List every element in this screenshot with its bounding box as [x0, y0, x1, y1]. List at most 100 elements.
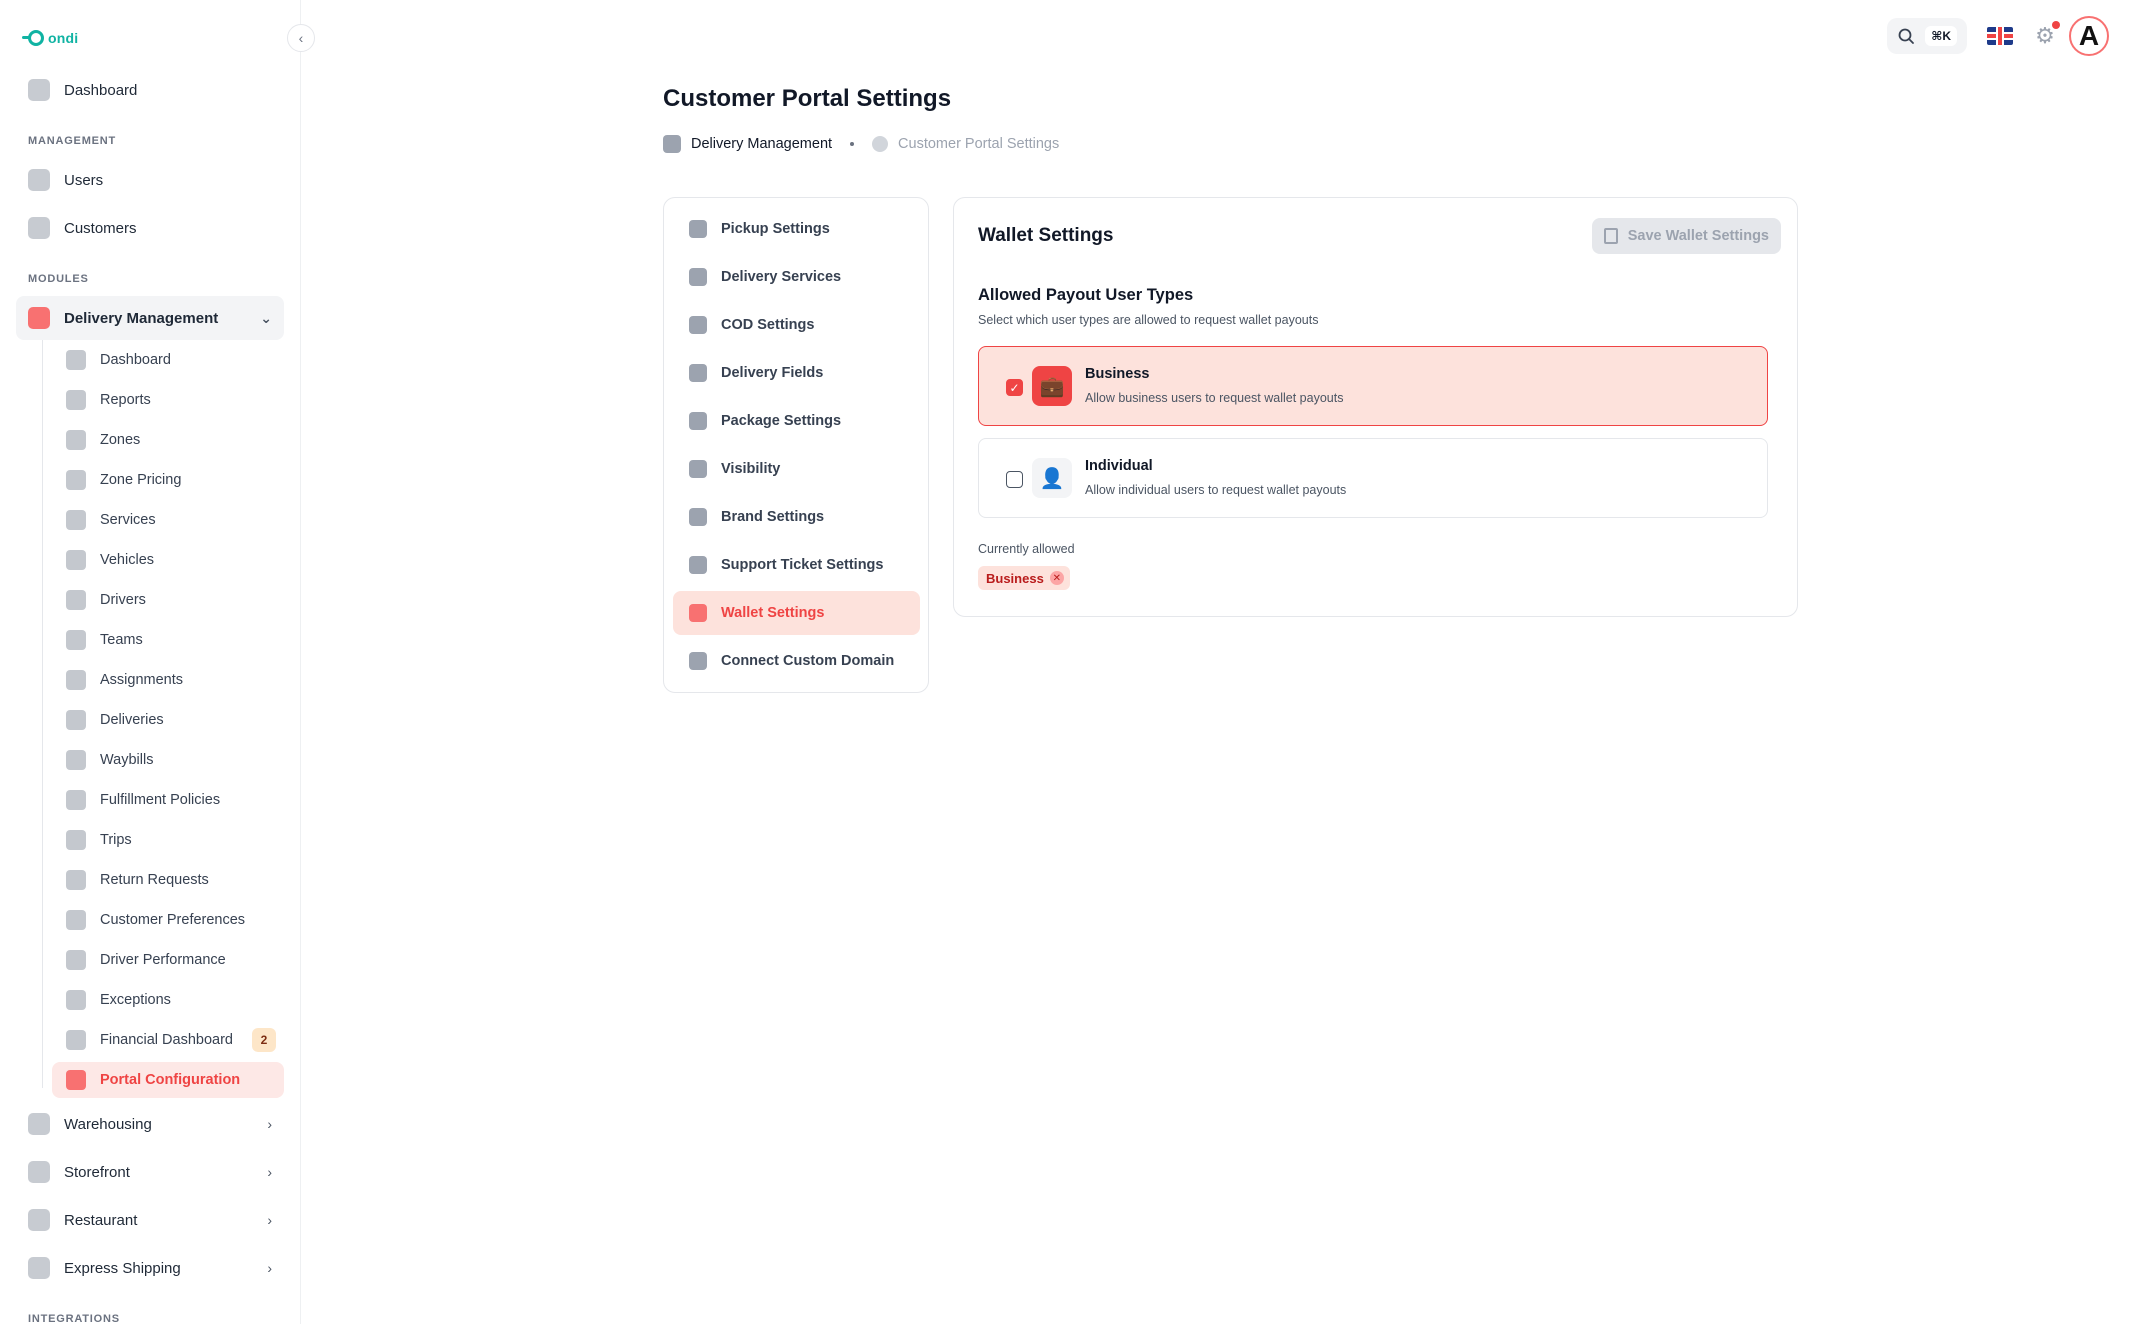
search-button[interactable]: ⌘K	[1887, 18, 1967, 54]
sidebar-subitem-label: Fulfillment Policies	[100, 792, 221, 808]
menu-item-cod-settings[interactable]: COD Settings	[673, 303, 920, 347]
menu-item-brand-settings[interactable]: Brand Settings	[673, 495, 920, 539]
sidebar-item-customers[interactable]: Customers	[16, 206, 284, 250]
chevron-right-icon: ›	[267, 1260, 272, 1276]
sidebar-subitem-label: Zone Pricing	[100, 472, 182, 488]
menu-item-visibility[interactable]: Visibility	[673, 447, 920, 491]
sidebar-subitem-vehicles[interactable]: Vehicles	[52, 542, 284, 578]
sidebar-item-label: Delivery Management	[64, 309, 219, 327]
sidebar-subitem-label: Return Requests	[100, 872, 209, 888]
sidebar-subitem-fulfillment-policies[interactable]: Fulfillment Policies	[52, 782, 284, 818]
box-truck-icon	[66, 710, 86, 730]
wrench-icon	[66, 1070, 86, 1090]
currently-allowed-label: Currently allowed	[978, 542, 1075, 556]
wallet-settings-card: Wallet Settings Save Wallet Settings All…	[953, 197, 1798, 617]
sidebar-item-dashboard[interactable]: Dashboard	[16, 68, 284, 112]
sidebar-subitem-label: Drivers	[100, 592, 146, 608]
menu-item-connect-custom-domain[interactable]: Connect Custom Domain	[673, 639, 920, 683]
cash-icon	[689, 316, 707, 334]
breadcrumb-item-delivery-management[interactable]: Delivery Management	[691, 136, 832, 152]
sidebar-subitem-label: Customer Preferences	[100, 912, 246, 928]
business-checkbox[interactable]: ✓	[1006, 379, 1023, 396]
menu-item-pickup-settings[interactable]: Pickup Settings	[673, 207, 920, 251]
menu-item-package-settings[interactable]: Package Settings	[673, 399, 920, 443]
menu-item-delivery-fields[interactable]: Delivery Fields	[673, 351, 920, 395]
sidebar-item-delivery-management[interactable]: Delivery Management ⌄	[16, 296, 284, 340]
sidebar-subitem-label: Portal Configuration	[100, 1072, 241, 1088]
uk-flag-icon[interactable]	[1987, 27, 2013, 45]
restaurant-icon	[28, 1209, 50, 1231]
sidebar-subitem-services[interactable]: Services	[52, 502, 284, 538]
save-icon	[1603, 228, 1618, 244]
settings-menu: Pickup Settings Delivery Services COD Se…	[663, 197, 929, 693]
team-icon	[66, 630, 86, 650]
save-wallet-settings-button[interactable]: Save Wallet Settings	[1591, 218, 1781, 254]
sidebar-item-storefront[interactable]: Storefront ›	[16, 1150, 284, 1194]
service-icon	[66, 510, 86, 530]
chip-label: Business	[986, 570, 1044, 586]
sidebar-subitem-customer-preferences[interactable]: Customer Preferences	[52, 902, 284, 938]
chevron-right-icon: ›	[267, 1116, 272, 1132]
sidebar-subitem-label: Exceptions	[100, 992, 171, 1008]
eye-icon	[689, 460, 707, 478]
sidebar-subitem-zone-pricing[interactable]: Zone Pricing	[52, 462, 284, 498]
dollar-icon	[66, 470, 86, 490]
option-individual[interactable]: 👤 Individual Allow individual users to r…	[978, 438, 1768, 518]
settings-icon	[872, 136, 889, 152]
option-business[interactable]: ✓ 💼 Business Allow business users to req…	[978, 346, 1768, 426]
sidebar-subitem-deliveries[interactable]: Deliveries	[52, 702, 284, 738]
menu-item-label: Brand Settings	[721, 509, 825, 525]
sidebar-item-label: Users	[64, 171, 104, 189]
section-label-integrations: INTEGRATIONS	[28, 1313, 120, 1324]
sidebar-subitem-waybills[interactable]: Waybills	[52, 742, 284, 778]
sidebar-subitem-driver-performance[interactable]: Driver Performance	[52, 942, 284, 978]
chevron-right-icon: ›	[267, 1164, 272, 1180]
sidebar-subitem-label: Dashboard	[100, 352, 171, 368]
menu-item-label: Wallet Settings	[721, 605, 825, 621]
package-icon	[689, 412, 707, 430]
sidebar-subitem-drivers[interactable]: Drivers	[52, 582, 284, 618]
sidebar-subitem-label: Services	[100, 512, 156, 528]
sidebar-subitem-return-requests[interactable]: Return Requests	[52, 862, 284, 898]
sidebar-subitem-label: Reports	[100, 392, 151, 408]
sidebar-subitem-reports[interactable]: Reports	[52, 382, 284, 418]
truck-icon	[28, 307, 50, 329]
individual-checkbox[interactable]	[1006, 471, 1023, 488]
chevron-right-icon: ›	[267, 1212, 272, 1228]
sidebar-item-warehousing[interactable]: Warehousing ›	[16, 1102, 284, 1146]
sidebar-subitem-teams[interactable]: Teams	[52, 622, 284, 658]
menu-item-label: Visibility	[721, 461, 781, 477]
globe-truck-icon	[689, 268, 707, 286]
chevron-left-icon: ‹	[298, 30, 304, 46]
breadcrumb-item-current: Customer Portal Settings	[898, 136, 1060, 152]
warning-icon	[66, 990, 86, 1010]
sidebar-subitem-label: Driver Performance	[100, 952, 226, 968]
sidebar-subitem-dashboard[interactable]: Dashboard	[52, 342, 284, 378]
sidebar-subitem-financial-dashboard[interactable]: Financial Dashboard 2	[52, 1022, 284, 1058]
sidebar-item-users[interactable]: Users	[16, 158, 284, 202]
sidebar-subitem-exceptions[interactable]: Exceptions	[52, 982, 284, 1018]
settings-button[interactable]: ⚙	[2033, 21, 2060, 48]
sidebar-item-express-shipping[interactable]: Express Shipping ›	[16, 1246, 284, 1290]
menu-item-label: Package Settings	[721, 413, 842, 429]
sidebar-subitem-assignments[interactable]: Assignments	[52, 662, 284, 698]
sidebar-subitem-trips[interactable]: Trips	[52, 822, 284, 858]
sidebar-subitem-label: Deliveries	[100, 712, 164, 728]
menu-item-delivery-services[interactable]: Delivery Services	[673, 255, 920, 299]
remove-chip-icon[interactable]: ✕	[1049, 571, 1064, 585]
customers-icon	[28, 217, 50, 239]
sidebar-subitem-zones[interactable]: Zones	[52, 422, 284, 458]
sidebar-item-restaurant[interactable]: Restaurant ›	[16, 1198, 284, 1242]
sidebar-subitem-portal-configuration[interactable]: Portal Configuration	[52, 1062, 284, 1098]
count-badge: 2	[252, 1028, 276, 1052]
sliders-icon	[66, 910, 86, 930]
menu-item-support-ticket-settings[interactable]: Support Ticket Settings	[673, 543, 920, 587]
brand-logo[interactable]: ondi	[22, 30, 78, 46]
payout-user-types-title: Allowed Payout User Types	[978, 286, 1194, 304]
sidebar-collapse-button[interactable]: ‹	[287, 24, 315, 52]
finance-icon	[66, 1030, 86, 1050]
globe-icon	[689, 652, 707, 670]
avatar[interactable]: A	[2069, 16, 2109, 56]
wallet-icon	[689, 604, 707, 622]
menu-item-wallet-settings[interactable]: Wallet Settings	[673, 591, 920, 635]
